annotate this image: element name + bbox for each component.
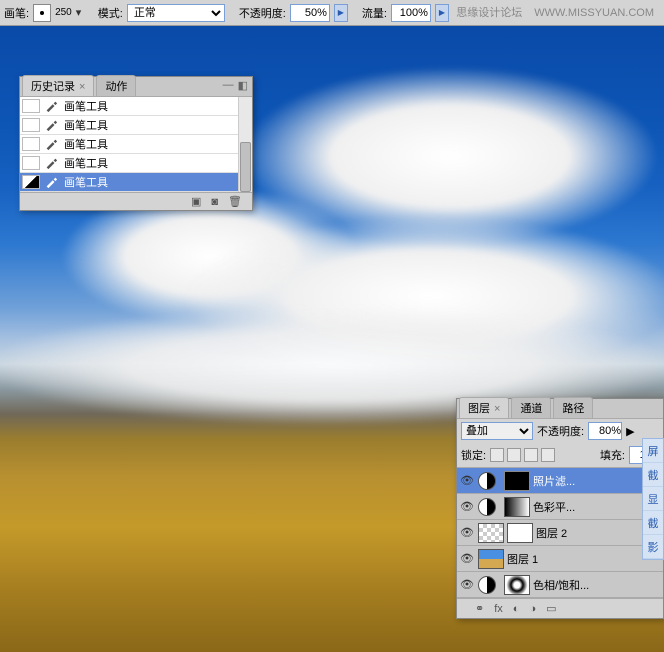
lock-label: 锁定:	[461, 447, 486, 463]
history-item[interactable]: 画笔工具	[20, 135, 252, 154]
panel-minimize-icon[interactable]: —	[223, 79, 234, 92]
fx-icon[interactable]: fx	[494, 603, 503, 615]
layer-mask-thumb[interactable]	[504, 471, 530, 491]
history-item-label: 画笔工具	[60, 174, 108, 190]
layer-thumb[interactable]	[478, 523, 504, 543]
camera-icon[interactable]: ◙	[211, 196, 218, 208]
brush-label: 画笔:	[4, 5, 29, 21]
visibility-icon[interactable]: 👁	[459, 552, 475, 565]
opacity-arrow-icon[interactable]: ▶	[626, 425, 634, 438]
brush-preview[interactable]	[33, 4, 51, 22]
history-item-label: 画笔工具	[60, 136, 108, 152]
brush-dropdown-icon[interactable]: ▾	[76, 6, 84, 19]
trash-icon[interactable]: 🗑	[228, 195, 242, 208]
adjustment-icon	[478, 498, 496, 516]
adjustment-icon	[478, 472, 496, 490]
watermark: 思缘设计论坛WWW.MISSYUAN.COM	[456, 4, 654, 20]
layer-row[interactable]: 👁 图层 1	[457, 546, 663, 572]
history-panel: 历史记录× 动作 — ◧ 画笔工具 画笔工具 画笔工具 画笔工具 画笔工具	[19, 76, 253, 211]
lock-pixels-icon[interactable]	[507, 448, 521, 462]
layer-name[interactable]: 色相/饱和...	[533, 577, 661, 593]
folder-icon[interactable]: ▭	[546, 602, 556, 615]
lock-all-icon[interactable]	[541, 448, 555, 462]
layer-row[interactable]: 👁 色相/饱和...	[457, 572, 663, 598]
mode-select[interactable]: 正常	[127, 4, 225, 22]
panel-close-icon[interactable]: ◧	[238, 79, 248, 92]
layer-opacity-input[interactable]	[588, 422, 622, 440]
layer-thumb[interactable]	[478, 549, 504, 569]
layer-row[interactable]: 👁 照片滤...	[457, 468, 663, 494]
adjustment-icon	[478, 576, 496, 594]
tab-actions[interactable]: 动作	[96, 75, 136, 96]
layers-list: 👁 照片滤... 👁 色彩平... 👁 图层 2 👁 图层 1 👁	[457, 468, 663, 598]
dropdown-item[interactable]: 屏	[643, 439, 663, 463]
flow-input[interactable]	[391, 4, 431, 22]
dropdown-item[interactable]: 截	[643, 463, 663, 487]
history-item-label: 画笔工具	[60, 117, 108, 133]
dropdown-item[interactable]: 影	[643, 535, 663, 559]
history-list: 画笔工具 画笔工具 画笔工具 画笔工具 画笔工具	[20, 97, 252, 192]
brush-icon	[42, 118, 60, 132]
history-checkbox[interactable]	[22, 156, 40, 170]
history-checkbox[interactable]	[22, 118, 40, 132]
history-item-label: 画笔工具	[60, 155, 108, 171]
history-item[interactable]: 画笔工具	[20, 154, 252, 173]
fill-label: 填充:	[600, 447, 625, 463]
layer-mask-thumb[interactable]	[504, 575, 530, 595]
opacity-label: 不透明度:	[239, 5, 286, 21]
brush-size-value: 250	[55, 7, 72, 18]
history-footer: ▣ ◙ 🗑	[20, 192, 252, 210]
history-tabs: 历史记录× 动作 — ◧	[20, 77, 252, 97]
history-item[interactable]: 画笔工具	[20, 116, 252, 135]
tab-channels[interactable]: 通道	[511, 397, 551, 418]
opacity-input[interactable]	[290, 4, 330, 22]
layers-lock-row: 锁定: 填充:	[457, 443, 663, 468]
layer-name[interactable]: 图层 1	[507, 551, 661, 567]
brush-icon	[42, 175, 60, 189]
history-scrollbar[interactable]	[238, 97, 252, 192]
blend-mode-select[interactable]: 叠加	[461, 422, 533, 440]
scrollbar-thumb[interactable]	[240, 142, 251, 192]
side-dropdown: 屏 截 显 截 影	[642, 438, 664, 560]
history-item-label: 画笔工具	[60, 98, 108, 114]
dropdown-item[interactable]: 截	[643, 511, 663, 535]
visibility-icon[interactable]: 👁	[459, 500, 475, 513]
history-item[interactable]: 画笔工具	[20, 97, 252, 116]
snapshot-icon[interactable]: ▣	[191, 195, 201, 208]
adjustment-layer-icon[interactable]: ◑	[529, 603, 536, 615]
flow-arrow-icon[interactable]: ▶	[435, 4, 449, 22]
history-checkbox[interactable]	[22, 137, 40, 151]
layers-panel: 图层× 通道 路径 叠加 不透明度: ▶ 锁定: 填充: 👁 照片滤... 👁	[456, 398, 664, 619]
lock-position-icon[interactable]	[524, 448, 538, 462]
history-item[interactable]: 画笔工具	[20, 173, 252, 192]
layer-mask-thumb[interactable]	[507, 523, 533, 543]
layer-opacity-label: 不透明度:	[537, 423, 584, 439]
tab-layers[interactable]: 图层×	[459, 397, 509, 418]
tab-paths[interactable]: 路径	[553, 397, 593, 418]
layer-mask-thumb[interactable]	[504, 497, 530, 517]
lock-transparency-icon[interactable]	[490, 448, 504, 462]
brush-icon	[42, 156, 60, 170]
history-checkbox[interactable]	[22, 175, 40, 189]
layers-footer: ⚭ fx ◐ ◑ ▭	[457, 598, 663, 618]
dropdown-item[interactable]: 显	[643, 487, 663, 511]
layer-row[interactable]: 👁 色彩平...	[457, 494, 663, 520]
visibility-icon[interactable]: 👁	[459, 474, 475, 487]
layers-tabs: 图层× 通道 路径	[457, 399, 663, 419]
tab-history[interactable]: 历史记录×	[22, 75, 94, 96]
brush-icon	[42, 99, 60, 113]
layers-blend-row: 叠加 不透明度: ▶	[457, 419, 663, 443]
brush-icon	[42, 137, 60, 151]
visibility-icon[interactable]: 👁	[459, 526, 475, 539]
layer-row[interactable]: 👁 图层 2	[457, 520, 663, 546]
mode-label: 模式:	[98, 5, 123, 21]
link-icon[interactable]: ⚭	[475, 602, 484, 615]
flow-label: 流量:	[362, 5, 387, 21]
history-checkbox[interactable]	[22, 99, 40, 113]
visibility-icon[interactable]: 👁	[459, 578, 475, 591]
opacity-arrow-icon[interactable]: ▶	[334, 4, 348, 22]
mask-icon[interactable]: ◐	[513, 603, 520, 615]
